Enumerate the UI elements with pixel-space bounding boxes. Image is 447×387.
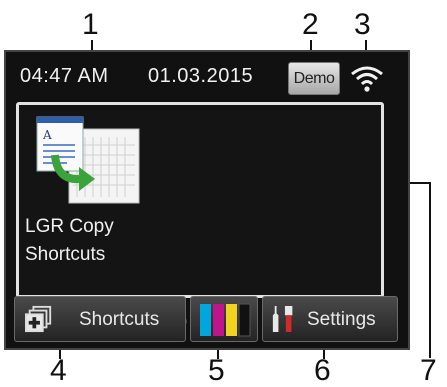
shortcut-label-line1: LGR Copy <box>25 216 114 237</box>
shortcut-tile-label: LGR Copy Shortcuts <box>25 213 145 269</box>
leader-line-7-v <box>429 182 431 358</box>
shortcuts-icon <box>25 305 52 333</box>
clock-date: 01.03.2015 <box>148 65 254 87</box>
settings-button[interactable]: Settings <box>262 296 398 342</box>
callout-3: 3 <box>354 8 371 41</box>
callout-5: 5 <box>208 354 225 387</box>
demo-button[interactable]: Demo <box>288 62 340 95</box>
svg-text:A: A <box>42 128 52 142</box>
clock-time: 04:47 AM <box>20 65 109 87</box>
ink-button[interactable] <box>190 296 258 342</box>
callout-2: 2 <box>302 8 319 41</box>
callout-7: 7 <box>420 354 437 387</box>
callout-1: 1 <box>82 8 99 41</box>
settings-tools-icon <box>272 306 293 332</box>
ink-cartridge-icon <box>200 303 251 337</box>
copy-shortcut-icon: A <box>36 116 140 204</box>
shortcuts-button-label: Shortcuts <box>79 309 160 330</box>
status-bar: 04:47 AM 01.03.2015 Demo <box>6 52 408 98</box>
wifi-icon[interactable] <box>350 64 384 92</box>
callout-4: 4 <box>50 354 67 387</box>
bottom-bar: Shortcuts Settings <box>6 288 408 348</box>
shortcut-tile-lgr-copy[interactable]: A LGR Copy Shortcuts <box>25 111 145 291</box>
shortcut-label-line2: Shortcuts <box>25 244 106 265</box>
shortcut-panel: A LGR Copy Shortcuts <box>16 102 384 298</box>
callout-6: 6 <box>314 354 331 387</box>
shortcuts-button[interactable]: Shortcuts <box>14 296 186 342</box>
settings-button-label: Settings <box>307 309 376 330</box>
